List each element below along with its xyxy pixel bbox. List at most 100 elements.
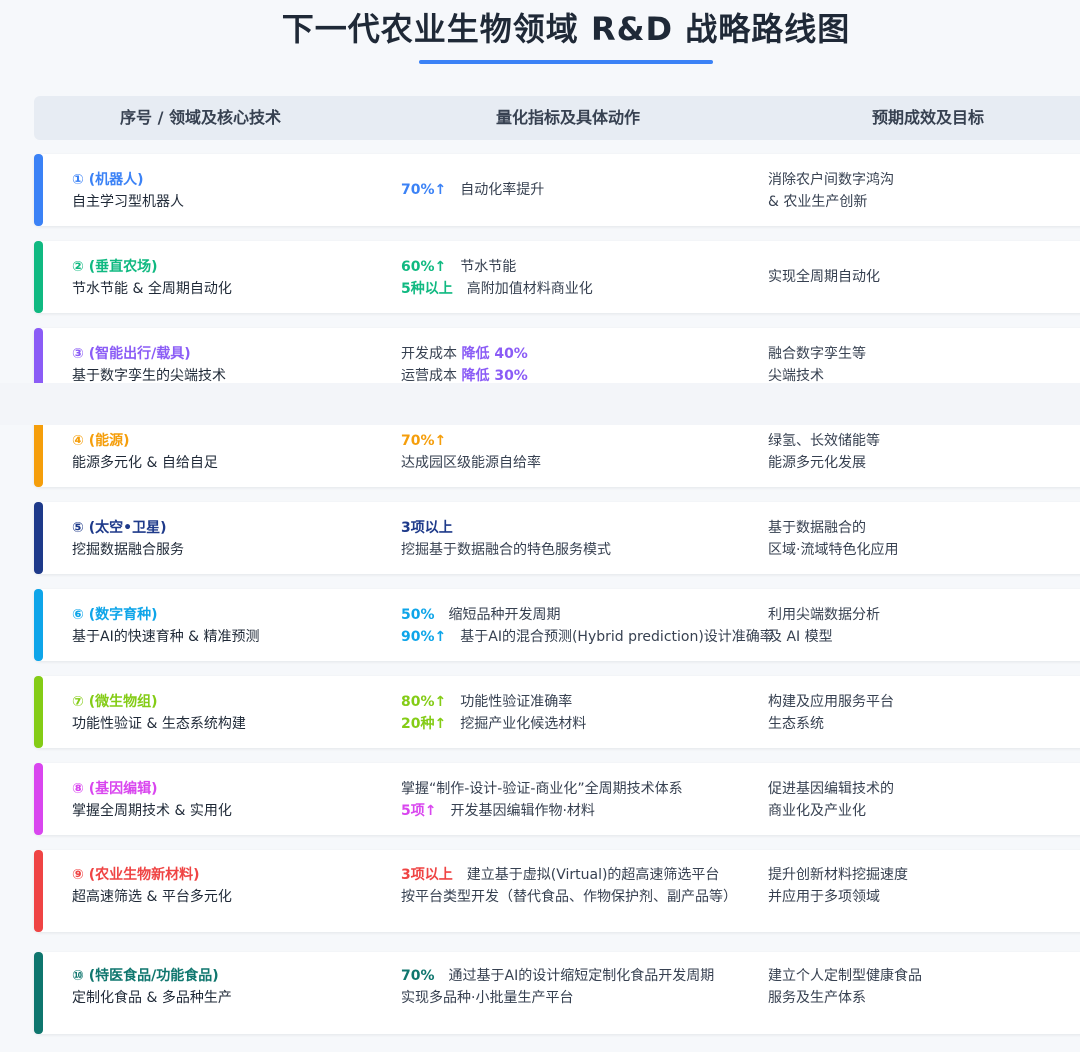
metric-label: 开发成本 — [401, 346, 457, 362]
table-row: ① (机器人) 自主学习型机器人 70%↑ 自动化率提升 消除农户间数字鸿沟 & 农业生产… — [34, 154, 1080, 226]
metric-value: 80%↑ — [401, 694, 447, 710]
outcome-cell: 消除农户间数字鸿沟 & 农业生产创新 — [768, 169, 894, 213]
row-accent-bar — [34, 676, 43, 748]
core-technology: 基于AI的快速育种 & 精准预测 — [72, 629, 260, 645]
metric-description: 开发基因编辑作物·材料 — [450, 803, 595, 819]
domain-name: ③ (智能出行/载具) — [72, 346, 191, 362]
core-technology: 功能性验证 & 生态系统构建 — [72, 716, 246, 732]
outcome-line: 提升创新材料挖掘速度 — [768, 867, 908, 883]
core-technology: 掌握全周期技术 & 实用化 — [72, 803, 232, 819]
core-technology: 能源多元化 & 自给自足 — [72, 455, 218, 471]
outcome-cell: 绿氢、长效储能等 能源多元化发展 — [768, 430, 880, 474]
domain-cell: ② (垂直农场) 节水节能 & 全周期自动化 — [72, 256, 232, 300]
metrics-cell: 60%↑ 节水节能 5种以上 高附加值材料商业化 — [401, 256, 593, 300]
outcome-line: 商业化及产业化 — [768, 803, 866, 819]
row-accent-bar — [34, 763, 43, 835]
table-row: ② (垂直农场) 节水节能 & 全周期自动化 60%↑ 节水节能 5种以上 高附加值材料商… — [34, 241, 1080, 313]
row-accent-bar — [34, 850, 43, 932]
outcome-cell: 实现全周期自动化 — [768, 266, 880, 288]
domain-name: ⑤ (太空•卫星) — [72, 520, 167, 536]
metric-line: 3项以上 — [401, 517, 611, 539]
metric-value: 90%↑ — [401, 629, 447, 645]
outcome-line: 利用尖端数据分析 — [768, 607, 880, 623]
domain-name: ④ (能源) — [72, 433, 130, 449]
domain-name: ① (机器人) — [72, 172, 144, 188]
metric-line: 掌握“制作-设计-验证-商业化”全周期技术体系 — [401, 778, 683, 800]
metric-line: 90%↑ 基于AI的混合预测(Hybrid prediction)设计准确率 — [401, 626, 774, 648]
page-title: 下一代农业生物领域 R&D 战略路线图 — [281, 10, 851, 48]
metric-line: 5种以上 高附加值材料商业化 — [401, 278, 593, 300]
metric-line: 20种↑ 挖掘产业化候选材料 — [401, 713, 586, 735]
outcome-line: 基于数据融合的 — [768, 520, 866, 536]
outcome-cell: 融合数字孪生等 尖端技术 — [768, 343, 866, 387]
metric-line: 70%↑ — [401, 430, 541, 452]
core-technology: 超高速筛选 & 平台多元化 — [72, 889, 232, 905]
metric-value: 50% — [401, 607, 435, 623]
outcome-line: 并应用于多项领域 — [768, 889, 880, 905]
outcome-cell: 促进基因编辑技术的 商业化及产业化 — [768, 778, 894, 822]
metric-description: 通过基于AI的设计缩短定制化食品开发周期 — [448, 968, 715, 984]
metric-description: 功能性验证准确率 — [460, 694, 573, 710]
metric-description: 掌握“制作-设计-验证-商业化”全周期技术体系 — [401, 781, 683, 797]
outcome-cell: 建立个人定制型健康食品 服务及生产体系 — [768, 965, 922, 1009]
title-underline — [419, 60, 713, 64]
header-metrics: 量化指标及具体动作 — [496, 108, 641, 127]
header-outcome: 预期成效及目标 — [872, 108, 985, 127]
outcome-line: 区域·流域特色化应用 — [768, 542, 899, 558]
row-accent-bar — [34, 952, 43, 1034]
outcome-cell: 利用尖端数据分析及 AI 模型 — [768, 604, 880, 648]
metric-description: 缩短品种开发周期 — [448, 607, 561, 623]
metrics-cell: 掌握“制作-设计-验证-商业化”全周期技术体系 5项↑ 开发基因编辑作物·材料 — [401, 778, 683, 822]
metric-line: 挖掘基于数据融合的特色服务模式 — [401, 539, 611, 561]
metrics-cell: 70%↑ 达成园区级能源自给率 — [401, 430, 541, 474]
row-accent-bar — [34, 415, 43, 487]
metric-value: 3项以上 — [401, 867, 453, 883]
table-row: ⑩ (特医食品/功能食品) 定制化食品 & 多品种生产 70% 通过基于AI的设计缩短… — [34, 952, 1080, 1034]
metric-description: 挖掘基于数据融合的特色服务模式 — [401, 542, 611, 558]
domain-name: ⑧ (基因编辑) — [72, 781, 158, 797]
table-row: ⑤ (太空•卫星) 挖掘数据融合服务 3项以上挖掘基于数据融合的特色服务模式 基于数据… — [34, 502, 1080, 574]
outcome-cell: 构建及应用服务平台 生态系统 — [768, 691, 894, 735]
core-technology: 定制化食品 & 多品种生产 — [72, 990, 232, 1006]
outcome-cell: 基于数据融合的区域·流域特色化应用 — [768, 517, 898, 561]
metrics-cell: 3项以上挖掘基于数据融合的特色服务模式 — [401, 517, 611, 561]
metric-line: 5项↑ 开发基因编辑作物·材料 — [401, 800, 683, 822]
table-row: ⑧ (基因编辑) 掌握全周期技术 & 实用化 掌握“制作-设计-验证-商业化”全周期… — [34, 763, 1080, 835]
metric-line: 50% 缩短品种开发周期 — [401, 604, 774, 626]
core-technology: 自主学习型机器人 — [72, 194, 184, 210]
header-domain: 序号 / 领域及核心技术 — [120, 108, 281, 127]
domain-name: ⑦ (微生物组) — [72, 694, 158, 710]
metrics-cell: 50% 缩短品种开发周期 90%↑ 基于AI的混合预测(Hybrid predicti… — [401, 604, 774, 648]
domain-cell: ⑤ (太空•卫星) 挖掘数据融合服务 — [72, 517, 184, 561]
metrics-cell: 80%↑ 功能性验证准确率 20种↑ 挖掘产业化候选材料 — [401, 691, 586, 735]
metric-value: 70%↑ — [401, 433, 447, 449]
row-accent-bar — [34, 154, 43, 226]
metric-value: 3项以上 — [401, 520, 453, 536]
row-accent-bar — [34, 241, 43, 313]
metrics-cell: 开发成本 降低 40% 运营成本 降低 30% — [401, 343, 528, 387]
metric-line: 达成园区级能源自给率 — [401, 452, 541, 474]
table-row: ⑥ (数字育种) 基于AI的快速育种 & 精准预测 50% 缩短品种开发周期 90%↑ 基… — [34, 589, 1080, 661]
metric-line: 按平台类型开发（替代食品、作物保护剂、副产品等） — [401, 886, 737, 908]
domain-cell: ⑧ (基因编辑) 掌握全周期技术 & 实用化 — [72, 778, 232, 822]
core-technology: 挖掘数据融合服务 — [72, 542, 184, 558]
metric-line: 3项以上 建立基于虚拟(Virtual)的超高速筛选平台 — [401, 864, 737, 886]
domain-name: ⑥ (数字育种) — [72, 607, 158, 623]
metric-description: 节水节能 — [460, 259, 517, 275]
table-row: ④ (能源) 能源多元化 & 自给自足 70%↑ 达成园区级能源自给率 绿氢、长效储能等… — [34, 415, 1080, 487]
metric-value: 70%↑ — [401, 182, 447, 198]
metric-line: 70%↑ 自动化率提升 — [401, 179, 544, 201]
metric-value: 降低 30% — [461, 368, 528, 384]
outcome-line: 及 AI 模型 — [768, 629, 833, 645]
table-row: ⑦ (微生物组) 功能性验证 & 生态系统构建 80%↑ 功能性验证准确率 20种↑ 挖掘… — [34, 676, 1080, 748]
metric-description: 高附加值材料商业化 — [466, 281, 593, 297]
metric-description: 自动化率提升 — [460, 182, 545, 198]
domain-name: ⑨ (农业生物新材料) — [72, 867, 200, 883]
domain-name: ⑩ (特医食品/功能食品) — [72, 968, 219, 984]
outcome-line: 建立个人定制型健康食品 — [768, 968, 922, 984]
domain-cell: ① (机器人) 自主学习型机器人 — [72, 169, 184, 213]
domain-name: ② (垂直农场) — [72, 259, 158, 275]
scroll-overlay-band — [0, 383, 1080, 425]
row-accent-bar — [34, 502, 43, 574]
outcome-line: & 农业生产创新 — [768, 194, 868, 210]
